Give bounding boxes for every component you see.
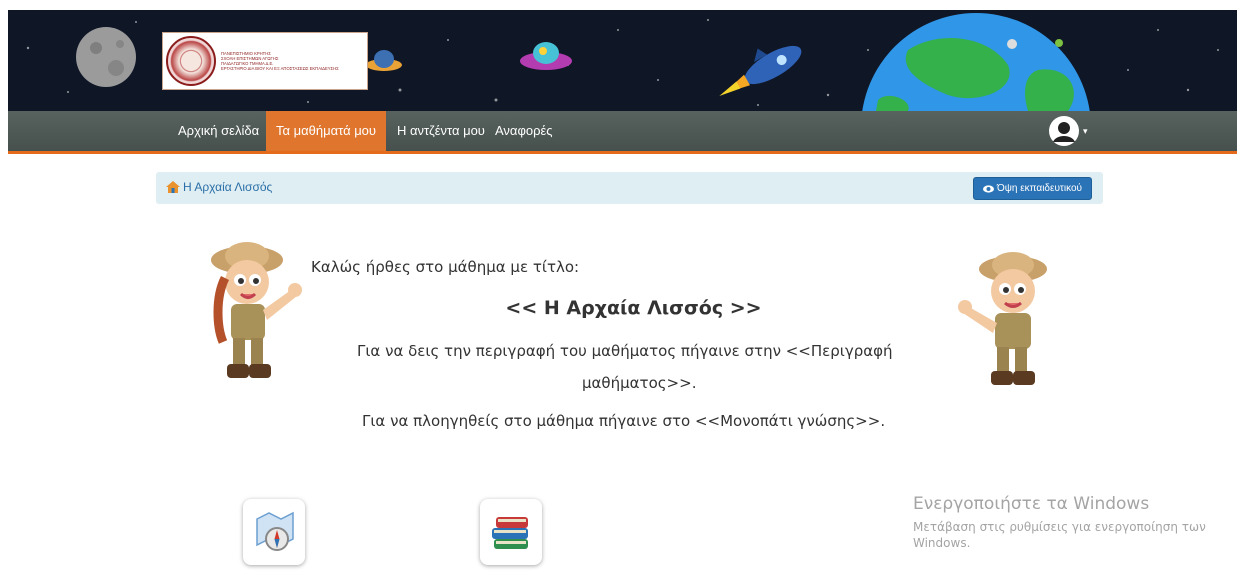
nav-my-agenda[interactable]: Η αντζέντα μου xyxy=(387,111,495,151)
eye-icon xyxy=(982,184,994,193)
teacher-view-label: Όψη εκπαιδευτικού xyxy=(996,183,1082,194)
description-line-1: Για να δεις την περιγραφή του μαθήματος … xyxy=(357,342,893,360)
user-avatar-icon xyxy=(1049,116,1079,146)
breadcrumb-bar: Η Αρχαία Λισσός Όψη εκπαιδευτικού xyxy=(156,172,1103,204)
logo-text: ΠΑΝΕΠΙΣΤΗΜΙΟ ΚΡΗΤΗΣ ΣΧΟΛΗ ΕΠΙΣΤΗΜΩΝ ΑΓΩΓ… xyxy=(221,50,339,72)
moon-icon xyxy=(76,27,136,87)
nav-my-courses[interactable]: Τα μαθήματά μου xyxy=(266,111,387,151)
earth-icon xyxy=(862,13,1090,111)
course-title: << Η Αρχαία Λισσός >> xyxy=(505,297,762,319)
breadcrumb[interactable]: Η Αρχαία Λισσός xyxy=(166,180,272,194)
breadcrumb-course: Η Αρχαία Λισσός xyxy=(183,180,273,194)
user-menu[interactable]: ▾ xyxy=(1048,115,1088,147)
university-logo[interactable]: ΠΑΝΕΠΙΣΤΗΜΙΟ ΚΡΗΤΗΣ ΣΧΟΛΗ ΕΠΙΣΤΗΜΩΝ ΑΓΩΓ… xyxy=(162,32,368,90)
learning-path-tile[interactable] xyxy=(480,499,542,565)
explorer-boy-illustration xyxy=(958,252,1047,385)
home-icon xyxy=(166,181,180,193)
course-description-tile[interactable] xyxy=(243,499,305,565)
nav-home[interactable]: Αρχική σελίδα xyxy=(168,111,269,151)
main-navbar: Αρχική σελίδα Τα μαθήματά μου Η αντζέντα… xyxy=(8,111,1237,154)
welcome-intro: Καλώς ήρθες στο μάθημα με τίτλο: xyxy=(311,258,580,276)
ufo-icon xyxy=(520,42,572,70)
chevron-down-icon: ▾ xyxy=(1083,125,1088,136)
ufo-small-icon xyxy=(366,50,402,71)
compass-map-icon xyxy=(256,511,294,551)
learning-path-line: Για να πλοηγηθείς στο μάθημα πήγαινε στο… xyxy=(362,412,886,430)
books-icon xyxy=(492,517,528,549)
space-banner: ΠΑΝΕΠΙΣΤΗΜΙΟ ΚΡΗΤΗΣ ΣΧΟΛΗ ΕΠΙΣΤΗΜΩΝ ΑΓΩΓ… xyxy=(8,10,1237,111)
windows-activation-title: Ενεργοποιήστε τα Windows xyxy=(913,494,1150,514)
description-line-2: μαθήματος>>. xyxy=(582,374,697,392)
windows-activation-subtitle[interactable]: Μετάβαση στις ρυθμίσεις για ενεργοποίηση… xyxy=(913,519,1233,551)
rocket-icon xyxy=(719,45,802,96)
university-seal-icon xyxy=(166,36,216,86)
nav-reports[interactable]: Αναφορές xyxy=(485,111,563,151)
teacher-view-button[interactable]: Όψη εκπαιδευτικού xyxy=(972,177,1092,200)
